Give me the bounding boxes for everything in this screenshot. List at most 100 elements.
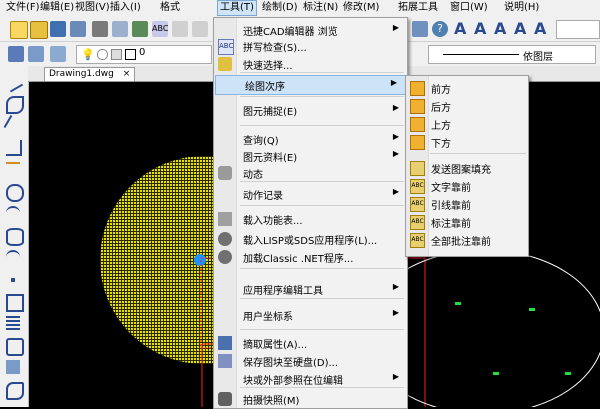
- menu-help[interactable]: 说明(H): [504, 2, 539, 14]
- menu-insert[interactable]: 插入(I): [110, 2, 141, 14]
- spellcheck-icon[interactable]: ABC: [152, 21, 168, 37]
- draw-order-item[interactable]: 上方: [406, 115, 528, 132]
- menu-file[interactable]: 文件(F): [6, 2, 40, 14]
- draw-order-item[interactable]: ABC 全部批注靠前: [406, 231, 528, 248]
- circle-icon[interactable]: [6, 184, 24, 202]
- tools-menu-item-label: 图元捕捉(E): [243, 107, 298, 118]
- draw-order-item-label: 标注靠前: [431, 219, 471, 230]
- menu-format[interactable]: 格式: [160, 2, 180, 14]
- draw-order-item[interactable]: 下方: [406, 133, 528, 150]
- camera-icon: [218, 392, 232, 406]
- draw-order-item[interactable]: ABC 引线靠前: [406, 195, 528, 212]
- ellipse-icon[interactable]: [6, 228, 24, 246]
- layer-tool-icon[interactable]: [412, 21, 428, 37]
- tools-menu-item[interactable]: 用户坐标系 ▶: [214, 306, 407, 324]
- text-edit-icon[interactable]: A: [474, 19, 486, 38]
- print-preview-icon[interactable]: [112, 21, 128, 37]
- tools-menu-item[interactable]: ABC 拼写检查(S)...: [214, 37, 407, 55]
- linetype-name: 依图层: [523, 52, 553, 63]
- submenu-arrow-icon: ▶: [390, 78, 397, 87]
- layer-previous-icon[interactable]: [28, 46, 44, 62]
- polygon-icon[interactable]: [6, 338, 24, 356]
- text-justify-icon[interactable]: A: [534, 19, 546, 38]
- ray-icon[interactable]: [3, 114, 25, 136]
- text-find-icon[interactable]: A: [494, 19, 506, 38]
- grip-point[interactable]: [194, 254, 206, 266]
- layer-manager-icon[interactable]: [8, 46, 24, 62]
- tools-menu-item[interactable]: 动态: [214, 164, 407, 182]
- print-icon[interactable]: [92, 21, 108, 37]
- draw-order-item[interactable]: 后方: [406, 97, 528, 114]
- save-icon[interactable]: [50, 21, 66, 37]
- draw-order-item-label: 下方: [431, 139, 451, 150]
- tools-menu-item[interactable]: 查询(Q) ▶: [214, 130, 407, 148]
- tools-menu-item-label: 图元资料(E): [243, 153, 298, 164]
- tools-menu-item[interactable]: 快速选择...: [214, 55, 407, 73]
- tools-menu-item-label: 快速选择...: [243, 61, 293, 72]
- tools-menu-item[interactable]: 块或外部参照在位编辑 ▶: [214, 370, 407, 388]
- drawing-tab[interactable]: Drawing1.dwg ×: [44, 67, 136, 81]
- tools-menu-item[interactable]: 图元捕捉(E) ▶: [214, 101, 407, 119]
- tools-menu-item[interactable]: 摘取属性(A)...: [214, 334, 407, 352]
- menu-dimension[interactable]: 标注(N): [303, 2, 338, 14]
- submenu-arrow-icon: ▶: [392, 149, 399, 158]
- layer-dropdown[interactable]: 💡 0: [76, 45, 212, 64]
- tools-menu-item[interactable]: 图元资料(E) ▶: [214, 147, 407, 165]
- submenu-arrow-icon: ▶: [392, 282, 399, 291]
- tools-menu-item[interactable]: 拍摄快照(M): [214, 390, 407, 408]
- tools-menu-item-label: 绘图次序: [245, 82, 285, 93]
- quick-select-icon: [218, 57, 232, 71]
- tools-menu-item-label: 应用程序编辑工具: [243, 286, 323, 297]
- pencil-icon[interactable]: [6, 162, 20, 178]
- ellipse-arc-icon[interactable]: [6, 250, 20, 266]
- speaker-icon: [218, 166, 232, 180]
- line-icon[interactable]: [2, 71, 24, 93]
- arc-icon[interactable]: [6, 206, 20, 222]
- open-icon[interactable]: [30, 21, 48, 39]
- menu-separator: [240, 298, 404, 299]
- linetype-dropdown[interactable]: 依图层: [428, 45, 596, 64]
- submenu-arrow-icon: ▶: [392, 187, 399, 196]
- rectangle-icon[interactable]: [6, 294, 24, 312]
- tools-menu-item[interactable]: 载入功能表...: [214, 210, 407, 228]
- text-scale-icon[interactable]: A: [514, 19, 526, 38]
- menu-tools[interactable]: 工具(T): [217, 0, 257, 16]
- draw-order-item[interactable]: ABC 标注靠前: [406, 213, 528, 230]
- draw-order-item[interactable]: 前方: [406, 79, 528, 96]
- menu-extend-tools[interactable]: 拓展工具: [398, 2, 438, 14]
- draw-order-item[interactable]: 发送图案填充: [406, 159, 528, 176]
- menu-draw[interactable]: 绘制(D): [262, 2, 298, 14]
- tools-menu-item[interactable]: 应用程序编辑工具 ▶: [214, 280, 407, 298]
- close-tab-icon[interactable]: ×: [123, 69, 131, 79]
- draw-order-item[interactable]: ABC 文字靠前: [406, 177, 528, 194]
- tools-menu-item[interactable]: 加载Classic .NET程序...: [214, 248, 407, 266]
- menu-modify[interactable]: 修改(M): [343, 2, 379, 14]
- layer-state-icon[interactable]: [50, 46, 66, 62]
- menu-load-icon: [218, 212, 232, 226]
- tools-menu-item[interactable]: 载入LISP或SDS应用程序(L)...: [214, 230, 407, 248]
- send-under-icon: [410, 135, 425, 150]
- new-file-icon[interactable]: [10, 21, 28, 39]
- revcloud-icon[interactable]: [6, 382, 24, 400]
- plot-icon[interactable]: [132, 21, 148, 37]
- pline-icon[interactable]: [6, 140, 22, 156]
- point-icon[interactable]: [11, 278, 15, 282]
- tools-menu-item[interactable]: 动作记录 ▶: [214, 185, 407, 203]
- text-style-dropdown[interactable]: [556, 20, 600, 39]
- tools-menu-item-label: 保存图块至硬盘(D)...: [243, 358, 339, 369]
- region-icon[interactable]: [6, 360, 20, 374]
- menu-separator: [240, 205, 404, 206]
- tools-menu-item[interactable]: 保存图块至硬盘(D)...: [214, 352, 407, 370]
- menu-window[interactable]: 窗口(W): [450, 2, 488, 14]
- save-as-icon[interactable]: [70, 21, 86, 37]
- tools-menu-item[interactable]: 绘图次序 ▶: [215, 75, 406, 95]
- help-icon[interactable]: ?: [432, 21, 448, 37]
- menu-view[interactable]: 视图(V): [75, 2, 110, 14]
- polyline-icon[interactable]: [6, 96, 24, 114]
- copy-icon[interactable]: [192, 21, 208, 37]
- extract-attr-icon: [218, 336, 232, 350]
- menu-edit[interactable]: 编辑(E): [40, 2, 74, 14]
- text-style-icon[interactable]: A: [454, 19, 466, 38]
- hatch-icon[interactable]: [6, 316, 20, 330]
- cut-icon[interactable]: [172, 21, 188, 37]
